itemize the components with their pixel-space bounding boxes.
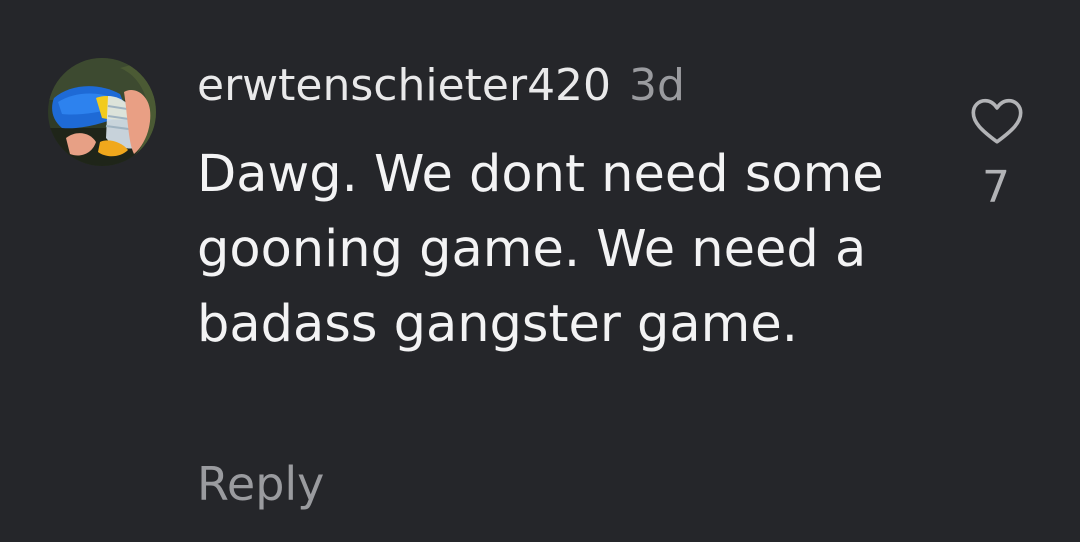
avatar-photo	[48, 58, 156, 166]
heart-outline-icon	[971, 98, 1023, 144]
username[interactable]: erwtenschieter420	[197, 60, 611, 111]
like-count: 7	[982, 162, 1010, 213]
like-button[interactable]	[968, 92, 1026, 150]
timestamp: 3d	[629, 60, 685, 111]
comment-text: Dawg. We dont need some gooning game. We…	[197, 145, 884, 354]
reply-button[interactable]: Reply	[197, 452, 324, 516]
comment-item: erwtenschieter420 3d Dawg. We dont need s…	[0, 0, 1080, 542]
comment-meta: erwtenschieter420 3d	[197, 58, 685, 114]
avatar[interactable]	[48, 58, 156, 166]
